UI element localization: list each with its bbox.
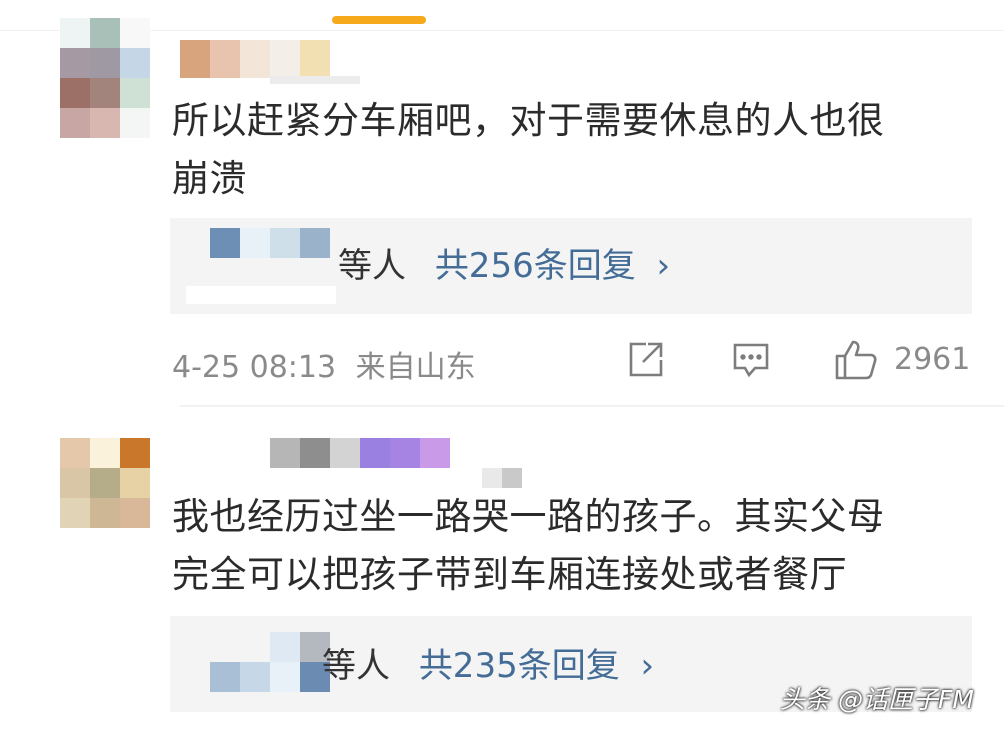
username[interactable] xyxy=(180,40,330,78)
user-badge xyxy=(482,468,522,488)
reply-user-names xyxy=(210,228,330,258)
watermark: 头条 @话匣子FM xyxy=(780,685,974,714)
comment-location: 来自山东 xyxy=(355,350,476,385)
comment-text-line: 所以赶紧分车厢吧，对于需要休息的人也很 xyxy=(172,99,885,142)
like-count: 2961 xyxy=(894,342,971,377)
username-shadow xyxy=(270,76,360,84)
avatar[interactable] xyxy=(60,18,150,138)
comment-text-line: 崩溃 xyxy=(172,157,247,200)
comment-text: 所以赶紧分车厢吧，对于需要休息的人也很 崩溃 xyxy=(172,92,982,208)
comment-meta: 4-25 08:13 来自山东 xyxy=(172,342,476,386)
tab-indicator xyxy=(332,16,426,24)
replies-summary[interactable]: 等人 共235条回复 › xyxy=(322,646,654,686)
replies-suffix: 等人 xyxy=(322,646,390,686)
replies-count-link[interactable]: 共235条回复 xyxy=(419,646,620,686)
share-icon[interactable] xyxy=(626,340,666,380)
replies-count-link[interactable]: 共256条回复 xyxy=(435,246,636,286)
comment-text-line: 完全可以把孩子带到车厢连接处或者餐厅 xyxy=(172,553,847,596)
comment-icon[interactable] xyxy=(731,340,771,380)
comment-text: 我也经历过坐一路哭一路的孩子。其实父母 完全可以把孩子带到车厢连接处或者餐厅 xyxy=(172,488,982,604)
reply-user-names xyxy=(210,632,330,692)
chevron-right-icon: › xyxy=(656,246,671,286)
reply-user-names-blur xyxy=(186,286,336,304)
chevron-right-icon: › xyxy=(640,646,655,686)
replies-suffix: 等人 xyxy=(338,246,406,286)
top-divider xyxy=(0,30,1004,31)
username[interactable] xyxy=(270,438,450,468)
replies-box[interactable]: 等人 共256条回复 › xyxy=(170,218,972,314)
like-icon[interactable] xyxy=(834,338,878,382)
replies-summary[interactable]: 等人 共256条回复 › xyxy=(338,246,670,286)
comment-date: 4-25 08:13 xyxy=(172,350,337,385)
comment-divider xyxy=(180,405,1004,407)
avatar[interactable] xyxy=(60,438,150,528)
comment-text-line: 我也经历过坐一路哭一路的孩子。其实父母 xyxy=(172,495,885,538)
